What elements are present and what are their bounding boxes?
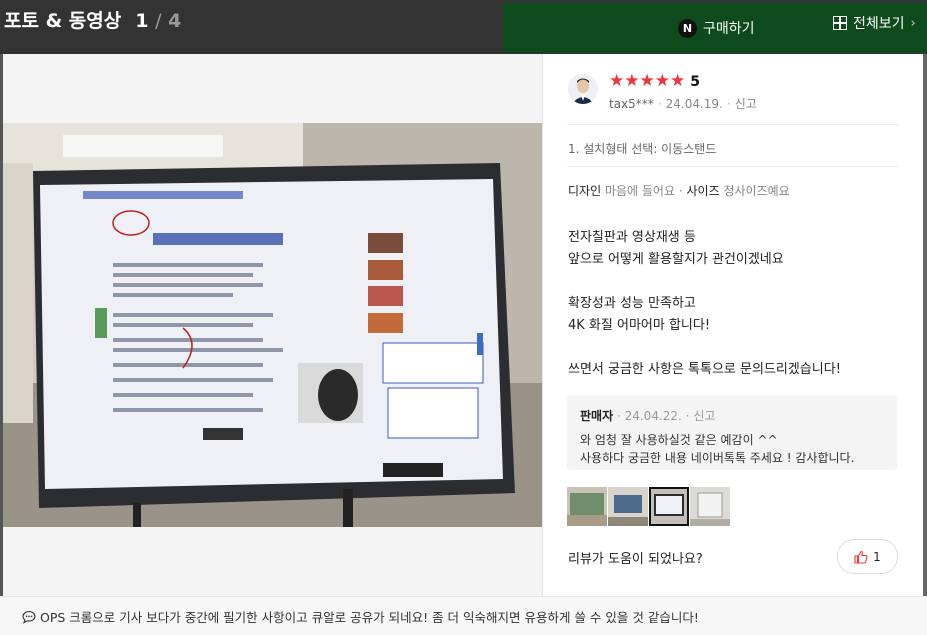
seller-reply-line: 와 엄청 잘 사용하실것 같은 예감이 ^^ bbox=[580, 433, 778, 447]
view-all-label: 전체보기 bbox=[853, 16, 905, 32]
like-count: 1 bbox=[873, 549, 881, 564]
review-photo[interactable] bbox=[3, 123, 542, 527]
review-date: 24.04.19. bbox=[665, 97, 723, 111]
photo-total-count: 4 bbox=[168, 10, 182, 32]
meta-dot: · bbox=[726, 97, 731, 111]
avatar bbox=[568, 74, 598, 104]
photo-current-index: 1 bbox=[135, 10, 149, 32]
speech-bubble-icon bbox=[22, 610, 36, 624]
report-link[interactable]: 신고 bbox=[735, 97, 757, 111]
grid-icon bbox=[833, 16, 847, 30]
review-line bbox=[568, 337, 888, 359]
purchase-option: 1. 설치형태 선택: 이동스탠드 bbox=[568, 142, 717, 156]
review-line: 확장성과 성능 만족하고 bbox=[568, 296, 696, 311]
review-line: 4K 화질 어마어마 합니다! bbox=[568, 318, 711, 333]
buy-button[interactable]: N 구매하기 bbox=[678, 15, 755, 41]
thumbnail-1[interactable] bbox=[567, 487, 607, 526]
star-icon: ★ bbox=[670, 71, 686, 91]
attr-design-label: 디자인 bbox=[568, 184, 602, 198]
rating-score: 5 bbox=[690, 73, 700, 90]
thumbnail-strip bbox=[567, 487, 731, 526]
meta-dot: · bbox=[657, 97, 662, 111]
rating-stars: ★ ★ ★ ★ ★ 5 bbox=[609, 73, 700, 90]
seller-reply-line: 사용하다 궁금한 내용 네이버톡톡 주세요 ! 감사합니다. bbox=[580, 451, 855, 465]
seller-reply: 판매자 · 24.04.22. · 신고 와 엄청 잘 사용하실것 같은 예감이… bbox=[567, 395, 897, 470]
seller-reply-text: 와 엄청 잘 사용하실것 같은 예감이 ^^ 사용하다 궁금한 내용 네이버톡톡… bbox=[580, 431, 890, 467]
photo-caption-text: OPS 크롬으로 기사 보다가 중간에 필기한 사항이고 큐알로 공유가 되네요… bbox=[40, 610, 699, 625]
thumbnail-3-selected[interactable] bbox=[649, 487, 689, 526]
review-line bbox=[568, 271, 888, 293]
background-edge-right bbox=[923, 54, 927, 596]
attr-size-value: 정사이즈예요 bbox=[723, 184, 790, 198]
review-line: 앞으로 어떻게 활용할지가 관건이겠네요 bbox=[568, 252, 784, 267]
attr-size-label: 사이즈 bbox=[686, 184, 720, 198]
review-attributes: 디자인 마음에 들어요 · 사이즈 정사이즈예요 bbox=[568, 182, 790, 199]
gallery-title-text: 포토 & 동영상 bbox=[4, 10, 122, 32]
top-bar: 포토 & 동영상 1 / 4 N 구매하기 전체보기 › bbox=[0, 0, 927, 54]
panel-divider bbox=[542, 54, 543, 596]
attr-separator: · bbox=[678, 184, 683, 198]
buy-button-label: 구매하기 bbox=[703, 21, 755, 37]
review-line: 쓰면서 궁금한 사항은 톡톡으로 문의드리겠습니다! bbox=[568, 362, 841, 377]
review-modal: ★ ★ ★ ★ ★ 5 tax5*** · 24.04.19. · 신고 1. 설치형태… bbox=[3, 54, 923, 596]
gallery-title: 포토 & 동영상 1 / 4 bbox=[4, 6, 181, 33]
thumbnail-2[interactable] bbox=[608, 487, 648, 526]
star-icon: ★ bbox=[624, 71, 640, 91]
like-button[interactable]: 1 bbox=[837, 539, 898, 574]
seller-reply-header: 판매자 · 24.04.22. · 신고 bbox=[580, 407, 715, 424]
review-meta: tax5*** · 24.04.19. · 신고 bbox=[609, 95, 757, 112]
view-all-button[interactable]: 전체보기 › bbox=[833, 13, 916, 33]
seller-report-link[interactable]: 신고 bbox=[693, 409, 715, 423]
photo-caption-bar: OPS 크롬으로 기사 보다가 중간에 필기한 사항이고 큐알로 공유가 되네요… bbox=[0, 596, 927, 635]
chevron-right-icon: › bbox=[910, 15, 916, 31]
meta-dot: · bbox=[616, 409, 625, 423]
star-icon: ★ bbox=[609, 71, 625, 91]
seller-name: 판매자 bbox=[580, 409, 614, 423]
divider bbox=[567, 166, 899, 167]
seller-reply-date: 24.04.22. bbox=[624, 409, 682, 423]
review-line: 전자칠판과 영상재생 등 bbox=[568, 230, 696, 245]
thumbs-up-icon bbox=[854, 550, 868, 564]
helpful-question: 리뷰가 도움이 되었나요? bbox=[568, 552, 703, 567]
photo-caption: OPS 크롬으로 기사 보다가 중간에 필기한 사항이고 큐알로 공유가 되네요… bbox=[22, 607, 699, 626]
meta-dot: · bbox=[681, 409, 694, 423]
thumbnail-4[interactable] bbox=[690, 487, 730, 526]
divider bbox=[567, 124, 899, 125]
attr-design-value: 마음에 들어요 bbox=[604, 184, 676, 198]
photo-viewer bbox=[3, 54, 542, 596]
star-icon: ★ bbox=[654, 71, 670, 91]
npay-icon: N bbox=[678, 18, 697, 38]
reviewer-name: tax5*** bbox=[609, 97, 654, 111]
photo-index-separator: / bbox=[155, 10, 162, 32]
star-icon: ★ bbox=[639, 71, 655, 91]
purchase-bar: N 구매하기 전체보기 › bbox=[503, 3, 927, 53]
review-body: 전자칠판과 영상재생 등 앞으로 어떻게 활용할지가 관건이겠네요 확장성과 성… bbox=[568, 227, 888, 381]
